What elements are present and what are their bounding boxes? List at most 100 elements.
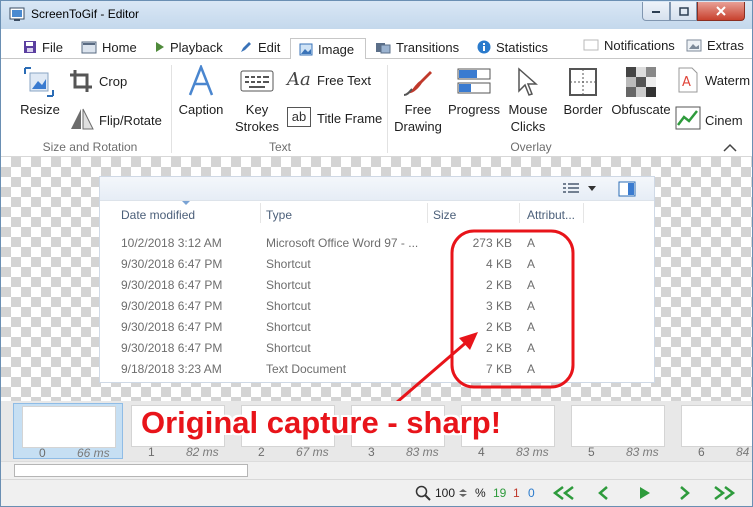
obfuscate-button[interactable]: Obfuscate xyxy=(611,65,671,125)
tab-transitions[interactable]: Transitions xyxy=(375,35,459,59)
next-frame-icon[interactable] xyxy=(676,485,694,501)
progress-label: Progress xyxy=(447,102,501,117)
progress-button[interactable]: Progress xyxy=(447,65,501,125)
obfuscate-icon xyxy=(626,67,656,97)
free-drawing-button[interactable]: Free Drawing xyxy=(391,65,445,137)
frame-number: 1 xyxy=(148,445,155,459)
extras-icon xyxy=(686,39,702,51)
border-icon xyxy=(569,68,597,96)
caption-icon xyxy=(188,65,214,96)
tab-file[interactable]: File xyxy=(23,35,63,59)
play-icon xyxy=(156,42,164,52)
frame-number: 3 xyxy=(368,445,375,459)
tab-label: Home xyxy=(102,39,137,55)
previous-frame-icon[interactable] xyxy=(595,485,613,501)
play-icon[interactable] xyxy=(638,485,652,501)
tab-statistics[interactable]: Statistics xyxy=(477,35,548,59)
tab-label: Image xyxy=(318,41,355,57)
mouse-clicks-label-2: Clicks xyxy=(510,119,546,134)
tab-image[interactable]: Image xyxy=(290,38,366,60)
tab-label: Edit xyxy=(258,39,281,55)
cinemagraph-icon xyxy=(675,106,701,130)
window-title: ScreenToGif - Editor xyxy=(31,7,140,21)
border-button[interactable]: Border xyxy=(557,65,609,125)
first-frame-icon[interactable] xyxy=(551,485,577,501)
tab-edit[interactable]: Edit xyxy=(239,35,280,59)
minimize-icon xyxy=(652,11,660,13)
home-icon xyxy=(81,41,97,53)
group-label-text: Text xyxy=(268,140,291,154)
scrollbar-thumb[interactable] xyxy=(14,464,248,477)
close-icon xyxy=(716,6,726,16)
key-strokes-label-2: Strokes xyxy=(234,119,280,134)
resize-button[interactable]: Resize xyxy=(15,65,65,129)
status-bar: 100 % 19 1 0 xyxy=(1,479,752,506)
watermark-button[interactable]: A Waterm xyxy=(675,67,752,95)
cinemagraph-button[interactable]: Cinem xyxy=(675,105,752,133)
title-frame-button[interactable]: ab Title Frame xyxy=(285,107,385,133)
extras-button[interactable]: Extras xyxy=(686,33,744,57)
group-label-size: Size and Rotation xyxy=(42,140,138,154)
frame-number: 4 xyxy=(478,445,485,459)
frame-thumbnail[interactable]: 6 84 ms xyxy=(673,403,752,459)
resize-icon xyxy=(24,67,54,97)
frame-delay: 67 ms xyxy=(296,445,329,459)
close-button[interactable] xyxy=(697,2,745,21)
crop-button[interactable]: Crop xyxy=(67,67,139,95)
tab-playback[interactable]: Playback xyxy=(155,35,223,59)
zoom-stepper-icon[interactable] xyxy=(459,489,467,497)
frame-delay: 83 ms xyxy=(516,445,549,459)
flip-rotate-icon xyxy=(71,108,94,130)
keyboard-icon xyxy=(240,70,274,92)
brush-icon xyxy=(403,71,432,96)
caption-button[interactable]: Caption xyxy=(177,65,225,125)
pencil-icon xyxy=(241,42,251,52)
title-bar: ScreenToGif - Editor xyxy=(1,1,752,29)
group-label-overlay: Overlay xyxy=(510,140,552,154)
progress-icon xyxy=(457,68,491,94)
frame-preview xyxy=(22,406,116,448)
border-label: Border xyxy=(563,102,603,117)
notifications-label: Notifications xyxy=(604,37,675,53)
tab-label: Transitions xyxy=(396,39,460,55)
highlight-rectangle xyxy=(450,229,575,389)
annotation-text: Original capture - sharp! xyxy=(141,405,502,440)
frame-preview xyxy=(571,405,665,447)
maximize-button[interactable] xyxy=(670,2,697,21)
save-icon xyxy=(24,41,36,53)
mouse-clicks-button[interactable]: Mouse Clicks xyxy=(503,65,553,137)
notification-icon xyxy=(583,39,599,51)
tab-home[interactable]: Home xyxy=(81,35,137,59)
free-drawing-label-2: Drawing xyxy=(394,119,442,134)
zoom-value[interactable]: 100 xyxy=(435,486,455,500)
frame-thumbnail[interactable]: 0 66 ms xyxy=(13,403,123,460)
image-ribbon: Resize Crop Flip/Rotate Size and Rotatio… xyxy=(1,59,752,157)
extras-label: Extras xyxy=(707,37,744,53)
key-strokes-label-1: Key xyxy=(245,102,269,117)
flip-rotate-label: Flip/Rotate xyxy=(99,113,162,128)
tab-label: Playback xyxy=(170,39,223,55)
frame-canvas: Date modified Type Size Attribut... 10/2… xyxy=(1,157,752,401)
image-icon xyxy=(299,43,313,55)
ribbon-separator xyxy=(387,65,388,153)
frame-thumbnail[interactable]: 5 83 ms xyxy=(563,403,673,459)
key-strokes-button[interactable]: Key Strokes xyxy=(233,65,281,137)
free-text-button[interactable]: Aa Free Text xyxy=(285,69,385,95)
obfuscate-label: Obfuscate xyxy=(611,102,671,117)
frame-preview xyxy=(681,405,752,447)
zoom-percent: % xyxy=(475,486,486,500)
frame-list-scrollbar[interactable] xyxy=(1,461,752,479)
frame-number: 0 xyxy=(39,446,46,460)
minimize-button[interactable] xyxy=(642,2,670,21)
frame-delay: 83 ms xyxy=(406,445,439,459)
app-icon xyxy=(9,7,25,21)
zoom-icon[interactable] xyxy=(415,485,431,501)
collapse-ribbon-icon[interactable] xyxy=(723,143,737,152)
flip-rotate-button[interactable]: Flip/Rotate xyxy=(67,107,167,133)
watermark-label: Waterm xyxy=(705,73,751,88)
selected-count: 1 xyxy=(513,486,520,500)
title-frame-icon: ab xyxy=(287,107,311,127)
notifications-button[interactable]: Notifications xyxy=(583,33,675,57)
last-frame-icon[interactable] xyxy=(711,485,737,501)
annotation-overlay xyxy=(395,229,575,401)
